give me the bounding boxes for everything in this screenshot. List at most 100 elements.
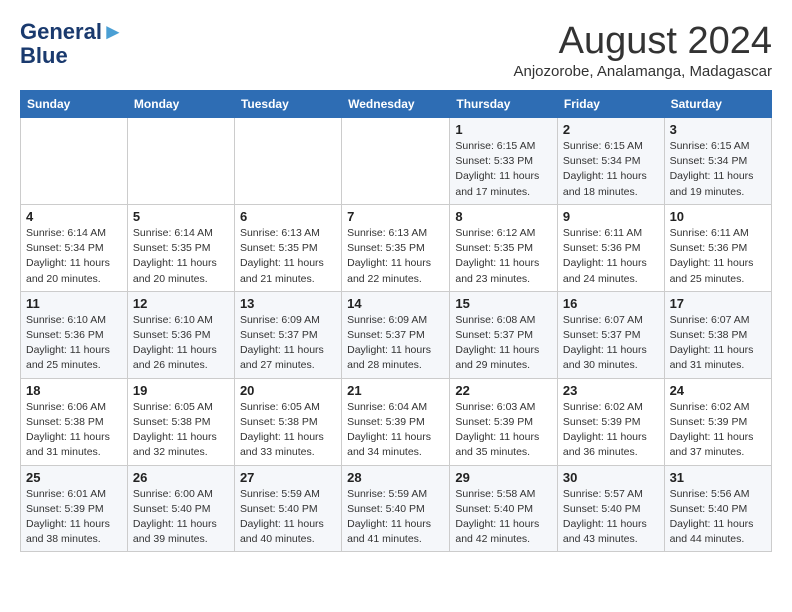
day-cell: 9 Sunrise: 6:11 AM Sunset: 5:36 PM Daylig… (557, 204, 664, 291)
day-number: 31 (670, 470, 766, 485)
day-number: 28 (347, 470, 444, 485)
day-info: Sunrise: 5:58 AM Sunset: 5:40 PM Dayligh… (455, 487, 552, 548)
day-info: Sunrise: 6:07 AM Sunset: 5:38 PM Dayligh… (670, 313, 766, 374)
day-info: Sunrise: 6:05 AM Sunset: 5:38 PM Dayligh… (133, 400, 229, 461)
day-number: 16 (563, 296, 659, 311)
day-info: Sunrise: 6:12 AM Sunset: 5:35 PM Dayligh… (455, 226, 552, 287)
day-cell: 6Sunrise: 6:13 AM Sunset: 5:35 PM Daylig… (234, 204, 341, 291)
day-cell: 27 Sunrise: 5:59 AM Sunset: 5:40 PM Dayli… (234, 465, 341, 552)
day-number: 26 (133, 470, 229, 485)
day-cell: 13 Sunrise: 6:09 AM Sunset: 5:37 PM Dayli… (234, 291, 341, 378)
day-cell: 3Sunrise: 6:15 AM Sunset: 5:34 PM Daylig… (664, 118, 771, 205)
day-cell: 7Sunrise: 6:13 AM Sunset: 5:35 PM Daylig… (342, 204, 450, 291)
column-header-sunday: Sunday (21, 91, 128, 118)
day-cell: 24 Sunrise: 6:02 AM Sunset: 5:39 PM Dayli… (664, 378, 771, 465)
column-header-friday: Friday (557, 91, 664, 118)
day-info: Sunrise: 6:11 AM Sunset: 5:36 PM Dayligh… (670, 226, 766, 287)
day-info: Sunrise: 6:14 AM Sunset: 5:34 PM Dayligh… (26, 226, 122, 287)
day-number: 4 (26, 209, 122, 224)
day-cell (21, 118, 128, 205)
day-info: Sunrise: 6:15 AM Sunset: 5:34 PM Dayligh… (563, 139, 659, 200)
day-cell: 20 Sunrise: 6:05 AM Sunset: 5:38 PM Dayli… (234, 378, 341, 465)
day-info: Sunrise: 6:14 AM Sunset: 5:35 PM Dayligh… (133, 226, 229, 287)
day-number: 9 (563, 209, 659, 224)
calendar-table: SundayMondayTuesdayWednesdayThursdayFrid… (20, 90, 772, 552)
day-number: 22 (455, 383, 552, 398)
day-cell: 19 Sunrise: 6:05 AM Sunset: 5:38 PM Dayli… (127, 378, 234, 465)
day-number: 19 (133, 383, 229, 398)
day-cell: 29Sunrise: 5:58 AM Sunset: 5:40 PM Dayli… (450, 465, 558, 552)
day-number: 27 (240, 470, 336, 485)
day-number: 14 (347, 296, 444, 311)
day-cell (342, 118, 450, 205)
day-info: Sunrise: 6:03 AM Sunset: 5:39 PM Dayligh… (455, 400, 552, 461)
day-cell: 23Sunrise: 6:02 AM Sunset: 5:39 PM Dayli… (557, 378, 664, 465)
day-info: Sunrise: 6:04 AM Sunset: 5:39 PM Dayligh… (347, 400, 444, 461)
day-number: 13 (240, 296, 336, 311)
day-info: Sunrise: 6:09 AM Sunset: 5:37 PM Dayligh… (240, 313, 336, 374)
week-row-3: 11 Sunrise: 6:10 AM Sunset: 5:36 PM Dayli… (21, 291, 772, 378)
day-number: 25 (26, 470, 122, 485)
day-number: 15 (455, 296, 552, 311)
day-number: 24 (670, 383, 766, 398)
day-info: Sunrise: 6:05 AM Sunset: 5:38 PM Dayligh… (240, 400, 336, 461)
week-row-2: 4 Sunrise: 6:14 AM Sunset: 5:34 PM Daylig… (21, 204, 772, 291)
day-number: 1 (455, 122, 552, 137)
page-header: General►Blue August 2024 Anjozorobe, Ana… (20, 20, 772, 80)
day-cell: 31 Sunrise: 5:56 AM Sunset: 5:40 PM Dayli… (664, 465, 771, 552)
day-cell: 17Sunrise: 6:07 AM Sunset: 5:38 PM Dayli… (664, 291, 771, 378)
column-header-tuesday: Tuesday (234, 91, 341, 118)
day-number: 5 (133, 209, 229, 224)
day-info: Sunrise: 6:00 AM Sunset: 5:40 PM Dayligh… (133, 487, 229, 548)
day-info: Sunrise: 6:10 AM Sunset: 5:36 PM Dayligh… (133, 313, 229, 374)
day-cell: 26 Sunrise: 6:00 AM Sunset: 5:40 PM Dayli… (127, 465, 234, 552)
day-cell: 12 Sunrise: 6:10 AM Sunset: 5:36 PM Dayli… (127, 291, 234, 378)
day-number: 30 (563, 470, 659, 485)
title-block: August 2024 Anjozorobe, Analamanga, Mada… (513, 20, 772, 80)
day-info: Sunrise: 6:13 AM Sunset: 5:35 PM Dayligh… (347, 226, 444, 287)
day-number: 6 (240, 209, 336, 224)
day-number: 18 (26, 383, 122, 398)
day-info: Sunrise: 6:15 AM Sunset: 5:33 PM Dayligh… (455, 139, 552, 200)
day-info: Sunrise: 6:06 AM Sunset: 5:38 PM Dayligh… (26, 400, 122, 461)
day-info: Sunrise: 5:59 AM Sunset: 5:40 PM Dayligh… (347, 487, 444, 548)
day-number: 10 (670, 209, 766, 224)
logo-text: General►Blue (20, 20, 124, 68)
column-header-wednesday: Wednesday (342, 91, 450, 118)
day-info: Sunrise: 6:11 AM Sunset: 5:36 PM Dayligh… (563, 226, 659, 287)
logo: General►Blue (20, 20, 124, 68)
day-info: Sunrise: 6:02 AM Sunset: 5:39 PM Dayligh… (670, 400, 766, 461)
location: Anjozorobe, Analamanga, Madagascar (513, 63, 772, 80)
day-cell: 4 Sunrise: 6:14 AM Sunset: 5:34 PM Daylig… (21, 204, 128, 291)
day-info: Sunrise: 6:09 AM Sunset: 5:37 PM Dayligh… (347, 313, 444, 374)
day-cell: 5 Sunrise: 6:14 AM Sunset: 5:35 PM Daylig… (127, 204, 234, 291)
column-header-thursday: Thursday (450, 91, 558, 118)
day-cell (127, 118, 234, 205)
day-number: 20 (240, 383, 336, 398)
day-number: 12 (133, 296, 229, 311)
day-number: 8 (455, 209, 552, 224)
day-cell: 21Sunrise: 6:04 AM Sunset: 5:39 PM Dayli… (342, 378, 450, 465)
week-row-1: 1 Sunrise: 6:15 AM Sunset: 5:33 PM Daylig… (21, 118, 772, 205)
day-info: Sunrise: 6:15 AM Sunset: 5:34 PM Dayligh… (670, 139, 766, 200)
day-cell: 11 Sunrise: 6:10 AM Sunset: 5:36 PM Dayli… (21, 291, 128, 378)
day-cell: 15Sunrise: 6:08 AM Sunset: 5:37 PM Dayli… (450, 291, 558, 378)
day-info: Sunrise: 6:02 AM Sunset: 5:39 PM Dayligh… (563, 400, 659, 461)
day-cell: 18 Sunrise: 6:06 AM Sunset: 5:38 PM Dayli… (21, 378, 128, 465)
day-cell: 30 Sunrise: 5:57 AM Sunset: 5:40 PM Dayli… (557, 465, 664, 552)
day-info: Sunrise: 5:59 AM Sunset: 5:40 PM Dayligh… (240, 487, 336, 548)
day-info: Sunrise: 5:57 AM Sunset: 5:40 PM Dayligh… (563, 487, 659, 548)
day-cell: 25Sunrise: 6:01 AM Sunset: 5:39 PM Dayli… (21, 465, 128, 552)
day-cell: 14 Sunrise: 6:09 AM Sunset: 5:37 PM Dayli… (342, 291, 450, 378)
day-cell: 10 Sunrise: 6:11 AM Sunset: 5:36 PM Dayli… (664, 204, 771, 291)
day-cell: 16Sunrise: 6:07 AM Sunset: 5:37 PM Dayli… (557, 291, 664, 378)
calendar-body: 1 Sunrise: 6:15 AM Sunset: 5:33 PM Daylig… (21, 118, 772, 552)
day-info: Sunrise: 5:56 AM Sunset: 5:40 PM Dayligh… (670, 487, 766, 548)
day-cell: 22 Sunrise: 6:03 AM Sunset: 5:39 PM Dayli… (450, 378, 558, 465)
day-number: 11 (26, 296, 122, 311)
week-row-4: 18 Sunrise: 6:06 AM Sunset: 5:38 PM Dayli… (21, 378, 772, 465)
day-info: Sunrise: 6:10 AM Sunset: 5:36 PM Dayligh… (26, 313, 122, 374)
month-year: August 2024 (513, 20, 772, 63)
day-cell: 8 Sunrise: 6:12 AM Sunset: 5:35 PM Daylig… (450, 204, 558, 291)
day-cell: 28 Sunrise: 5:59 AM Sunset: 5:40 PM Dayli… (342, 465, 450, 552)
